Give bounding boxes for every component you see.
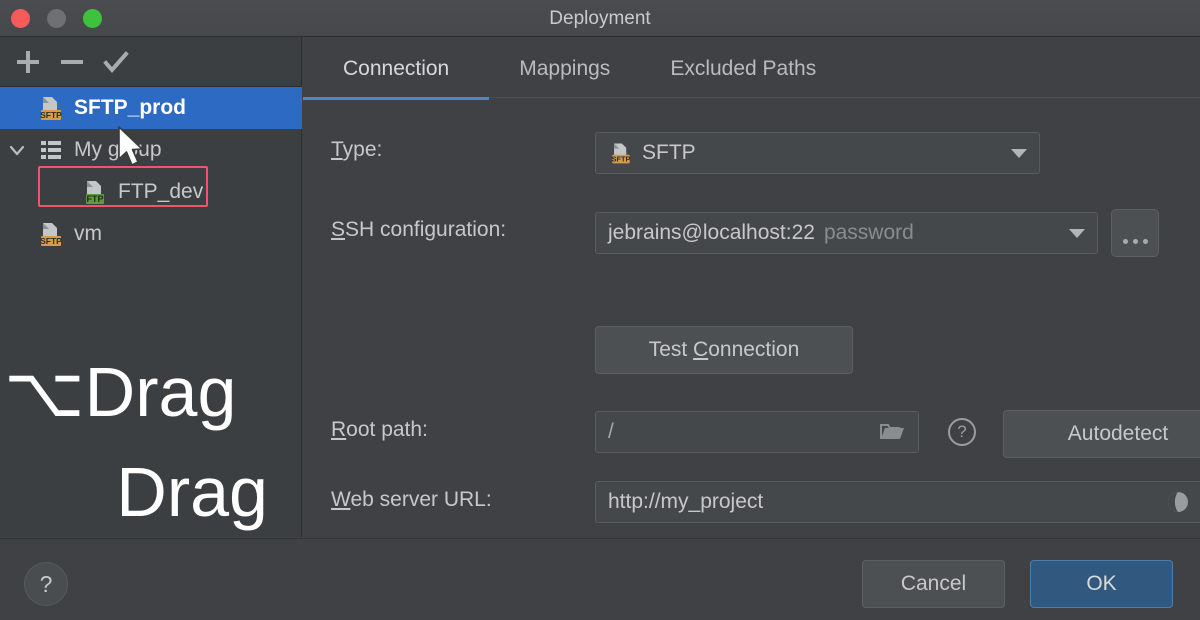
tree-item-label: SFTP_prod [74,96,187,119]
cancel-button[interactable]: Cancel [862,560,1005,608]
tab-mappings[interactable]: Mappings [489,37,640,100]
svg-text:FTP: FTP [87,194,104,204]
drag-hint-line-1: ⌥Drag [4,353,237,431]
ssh-auth-type: password [823,221,914,244]
group-icon [34,136,68,164]
tree-item-ftp-dev[interactable]: FTP FTP_dev [0,171,302,213]
test-connection-label: Test Connection [648,338,800,361]
tree-item-label: vm [74,222,102,245]
window-title: Deployment [549,8,651,29]
chevron-down-icon [1011,148,1027,158]
tree-item-label: FTP_dev [118,180,204,203]
tree-item-sftp-prod[interactable]: SFTP SFTP_prod [0,87,302,129]
dialog-footer [0,538,1200,620]
root-path-help-icon[interactable]: ? [948,418,976,446]
ssh-configuration-dropdown[interactable]: jebrains@localhost:22 password [595,212,1098,254]
ssh-configuration-value: jebrains@localhost:22 [608,221,815,244]
ssh-configuration-label-row: SSH configuration: [331,218,506,242]
deployment-dialog: Deployment SFTP SFTP_prod My group FTP F… [0,0,1200,620]
autodetect-label: Autodetect [1067,422,1169,445]
type-dropdown[interactable]: SFTP SFTP [595,132,1040,174]
window-titlebar: Deployment [0,0,1200,37]
web-server-url-label-row: Web server URL: [331,488,492,512]
root-path-label-row: Root path: [331,418,428,442]
test-connection-button[interactable]: Test Connection [595,326,853,374]
details-tabs: Connection Mappings Excluded Paths [303,37,1200,100]
chevron-down-icon [1069,228,1085,238]
autodetect-button[interactable]: Autodetect [1003,410,1200,458]
sftp-icon: SFTP [608,140,634,166]
svg-text:SFTP: SFTP [612,155,631,164]
tab-label: Connection [343,56,450,80]
root-path-field[interactable]: / [595,411,919,453]
root-path-value: / [608,420,614,443]
tab-excluded-paths[interactable]: Excluded Paths [640,37,846,100]
servers-sidebar: SFTP SFTP_prod My group FTP FTP_dev SFTP… [0,37,302,537]
sftp-icon: SFTP [34,93,68,123]
add-server-button[interactable] [6,42,50,82]
web-server-url-field[interactable]: http://my_project [595,481,1200,523]
drag-hint-overlay: ⌥Drag Drag [0,342,302,542]
tree-item-my-group[interactable]: My group [0,129,302,171]
details-panel: Connection Mappings Excluded Paths Type:… [303,37,1200,537]
tree-item-label: My group [74,138,162,161]
type-label: Type: [331,138,383,161]
svg-text:SFTP: SFTP [40,110,62,120]
globe-icon[interactable] [1164,488,1192,516]
tab-connection[interactable]: Connection [303,37,490,100]
web-server-url-label: Web server URL: [331,488,492,511]
folder-icon[interactable] [878,420,906,444]
root-path-label: Root path: [331,418,428,441]
tab-label: Mappings [519,56,611,80]
chevron-down-icon[interactable] [0,140,34,160]
drag-hint-line-2: Drag [116,453,268,531]
ssh-configuration-more-button[interactable] [1111,209,1159,257]
remove-server-button[interactable] [50,42,94,82]
sftp-icon: SFTP [34,219,68,249]
type-value: SFTP [642,141,696,164]
ftp-icon: FTP [78,177,112,207]
tree-item-vm[interactable]: SFTP vm [0,213,302,255]
tab-label: Excluded Paths [670,56,817,80]
help-button[interactable]: ? [24,562,68,606]
ok-button[interactable]: OK [1030,560,1173,608]
svg-text:SFTP: SFTP [40,236,62,246]
server-tree: SFTP SFTP_prod My group FTP FTP_dev SFTP… [0,87,302,255]
set-default-server-button[interactable] [94,42,138,82]
ssh-configuration-label: SSH configuration: [331,218,507,241]
sidebar-toolbar [0,37,302,87]
web-server-url-value: http://my_project [608,490,764,513]
type-label-row: Type: [331,138,382,162]
